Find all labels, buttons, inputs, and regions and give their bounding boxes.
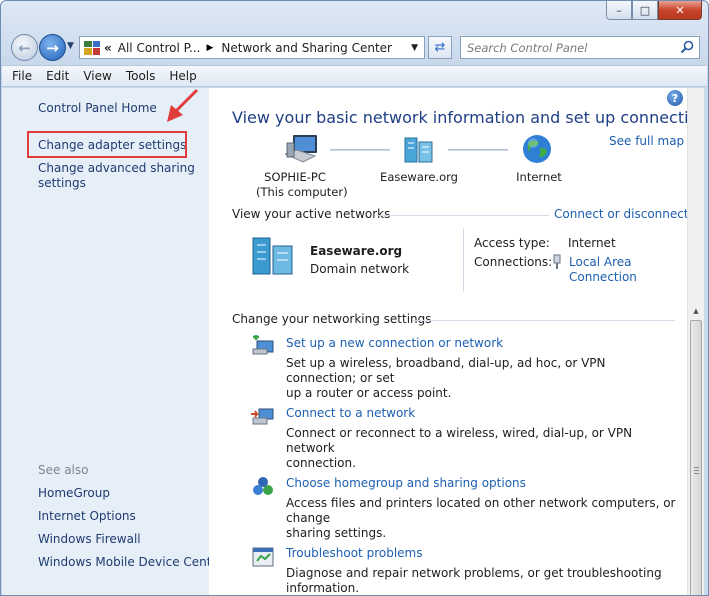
local-area-connection-link[interactable]: Local Area Connection bbox=[569, 255, 637, 285]
map-node-domain: Easeware.org bbox=[380, 170, 458, 184]
domain-network-large-icon bbox=[252, 237, 293, 275]
domain-network-icon bbox=[404, 137, 433, 163]
menu-bar: File Edit View Tools Help bbox=[2, 65, 707, 87]
windows-mobile-device-center-link[interactable]: Windows Mobile Device Center bbox=[38, 555, 224, 569]
connect-to-network-link[interactable]: Connect to a network bbox=[286, 406, 415, 420]
access-type-label: Access type: bbox=[474, 236, 550, 250]
page-title: View your basic network information and … bbox=[232, 108, 689, 127]
homegroup-sharing-description: Access files and printers located on oth… bbox=[286, 496, 676, 540]
active-network-name: Easeware.org bbox=[310, 244, 403, 258]
search-input[interactable] bbox=[461, 37, 671, 58]
forward-button[interactable]: → bbox=[39, 34, 66, 61]
active-networks-heading: View your active networks bbox=[232, 207, 391, 221]
map-connector-line bbox=[448, 149, 508, 151]
highlight-annotation bbox=[27, 131, 187, 158]
minimize-button[interactable]: – bbox=[606, 1, 632, 20]
change-advanced-sharing-link[interactable]: Change advanced sharing bbox=[38, 161, 195, 175]
breadcrumb-network-sharing-center[interactable]: Network and Sharing Center bbox=[221, 41, 392, 55]
troubleshoot-problems-link[interactable]: Troubleshoot problems bbox=[286, 546, 422, 560]
see-also-heading: See also bbox=[38, 463, 89, 477]
control-panel-home-link[interactable]: Control Panel Home bbox=[38, 101, 157, 115]
vertical-scrollbar[interactable]: ▲ bbox=[687, 88, 704, 595]
address-overflow-chevron[interactable]: « bbox=[104, 41, 112, 55]
menu-file[interactable]: File bbox=[12, 69, 32, 83]
homegroup-link[interactable]: HomeGroup bbox=[38, 486, 110, 500]
vertical-divider bbox=[463, 228, 464, 292]
connect-or-disconnect-link[interactable]: Connect or disconnect bbox=[554, 207, 689, 221]
section-divider bbox=[377, 215, 549, 216]
title-bar: – □ ✕ bbox=[1, 1, 708, 31]
back-button[interactable]: ← bbox=[11, 34, 38, 61]
networking-settings-heading: Change your networking settings bbox=[232, 312, 432, 326]
refresh-icon: ⇄ bbox=[434, 40, 446, 55]
map-node-internet: Internet bbox=[516, 170, 562, 184]
scrollbar-thumb[interactable] bbox=[690, 320, 702, 595]
internet-options-link[interactable]: Internet Options bbox=[38, 509, 136, 523]
address-bar[interactable]: « All Control P... ▶ Network and Sharing… bbox=[79, 36, 425, 59]
section-divider bbox=[413, 320, 675, 321]
map-node-this-computer: SOPHIE-PC (This computer) bbox=[256, 170, 348, 199]
breadcrumb-all-control-panel[interactable]: All Control P... bbox=[118, 41, 201, 55]
see-full-map-link[interactable]: See full map bbox=[609, 134, 684, 148]
troubleshoot-problems-description: Diagnose and repair network problems, or… bbox=[286, 566, 662, 595]
computer-icon bbox=[285, 135, 317, 163]
active-network-type[interactable]: Domain network bbox=[310, 262, 409, 276]
homegroup-sharing-link[interactable]: Choose homegroup and sharing options bbox=[286, 476, 526, 490]
connect-to-network-icon bbox=[251, 408, 274, 425]
menu-help[interactable]: Help bbox=[169, 69, 196, 83]
setup-new-connection-description: Set up a wireless, broadband, dial-up, a… bbox=[286, 356, 606, 400]
window: – □ ✕ ← → ▼ « All Control P... ▶ Network… bbox=[0, 0, 709, 596]
access-type-value: Internet bbox=[568, 236, 616, 250]
homegroup-icon bbox=[253, 477, 273, 495]
annotation-arrow-icon bbox=[167, 88, 199, 122]
search-icon[interactable] bbox=[680, 40, 694, 54]
connect-to-network-description: Connect or reconnect to a wireless, wire… bbox=[286, 426, 633, 470]
forward-arrow-icon: → bbox=[46, 38, 59, 57]
close-button[interactable]: ✕ bbox=[658, 1, 702, 20]
breadcrumb-separator-icon[interactable]: ▶ bbox=[206, 43, 213, 53]
scroll-up-icon[interactable]: ▲ bbox=[688, 302, 704, 319]
menu-edit[interactable]: Edit bbox=[46, 69, 69, 83]
address-dropdown-icon[interactable]: ▼ bbox=[411, 43, 418, 53]
menu-tools[interactable]: Tools bbox=[126, 69, 156, 83]
left-pane: Control Panel Home Change adapter settin… bbox=[2, 88, 224, 595]
main-content: View your basic network information and … bbox=[209, 88, 689, 595]
new-connection-icon bbox=[252, 335, 274, 355]
internet-globe-icon bbox=[523, 135, 551, 163]
troubleshoot-icon bbox=[252, 547, 274, 567]
caption-buttons: – □ ✕ bbox=[606, 1, 702, 20]
maximize-button[interactable]: □ bbox=[632, 1, 658, 20]
connections-label: Connections: bbox=[474, 255, 553, 269]
map-connector-line bbox=[330, 149, 390, 151]
change-advanced-sharing-link-line2[interactable]: settings bbox=[38, 176, 86, 190]
search-box[interactable] bbox=[460, 36, 700, 59]
control-panel-icon bbox=[84, 40, 100, 55]
refresh-button[interactable]: ⇄ bbox=[428, 36, 452, 59]
help-icon[interactable]: ? bbox=[667, 90, 683, 106]
back-arrow-icon: ← bbox=[18, 38, 31, 57]
navigation-bar: ← → ▼ « All Control P... ▶ Network and S… bbox=[1, 31, 708, 63]
setup-new-connection-link[interactable]: Set up a new connection or network bbox=[286, 336, 503, 350]
windows-firewall-link[interactable]: Windows Firewall bbox=[38, 532, 141, 546]
menu-view[interactable]: View bbox=[83, 69, 111, 83]
recent-pages-dropdown[interactable]: ▼ bbox=[67, 41, 74, 51]
ethernet-connection-icon bbox=[553, 254, 561, 269]
